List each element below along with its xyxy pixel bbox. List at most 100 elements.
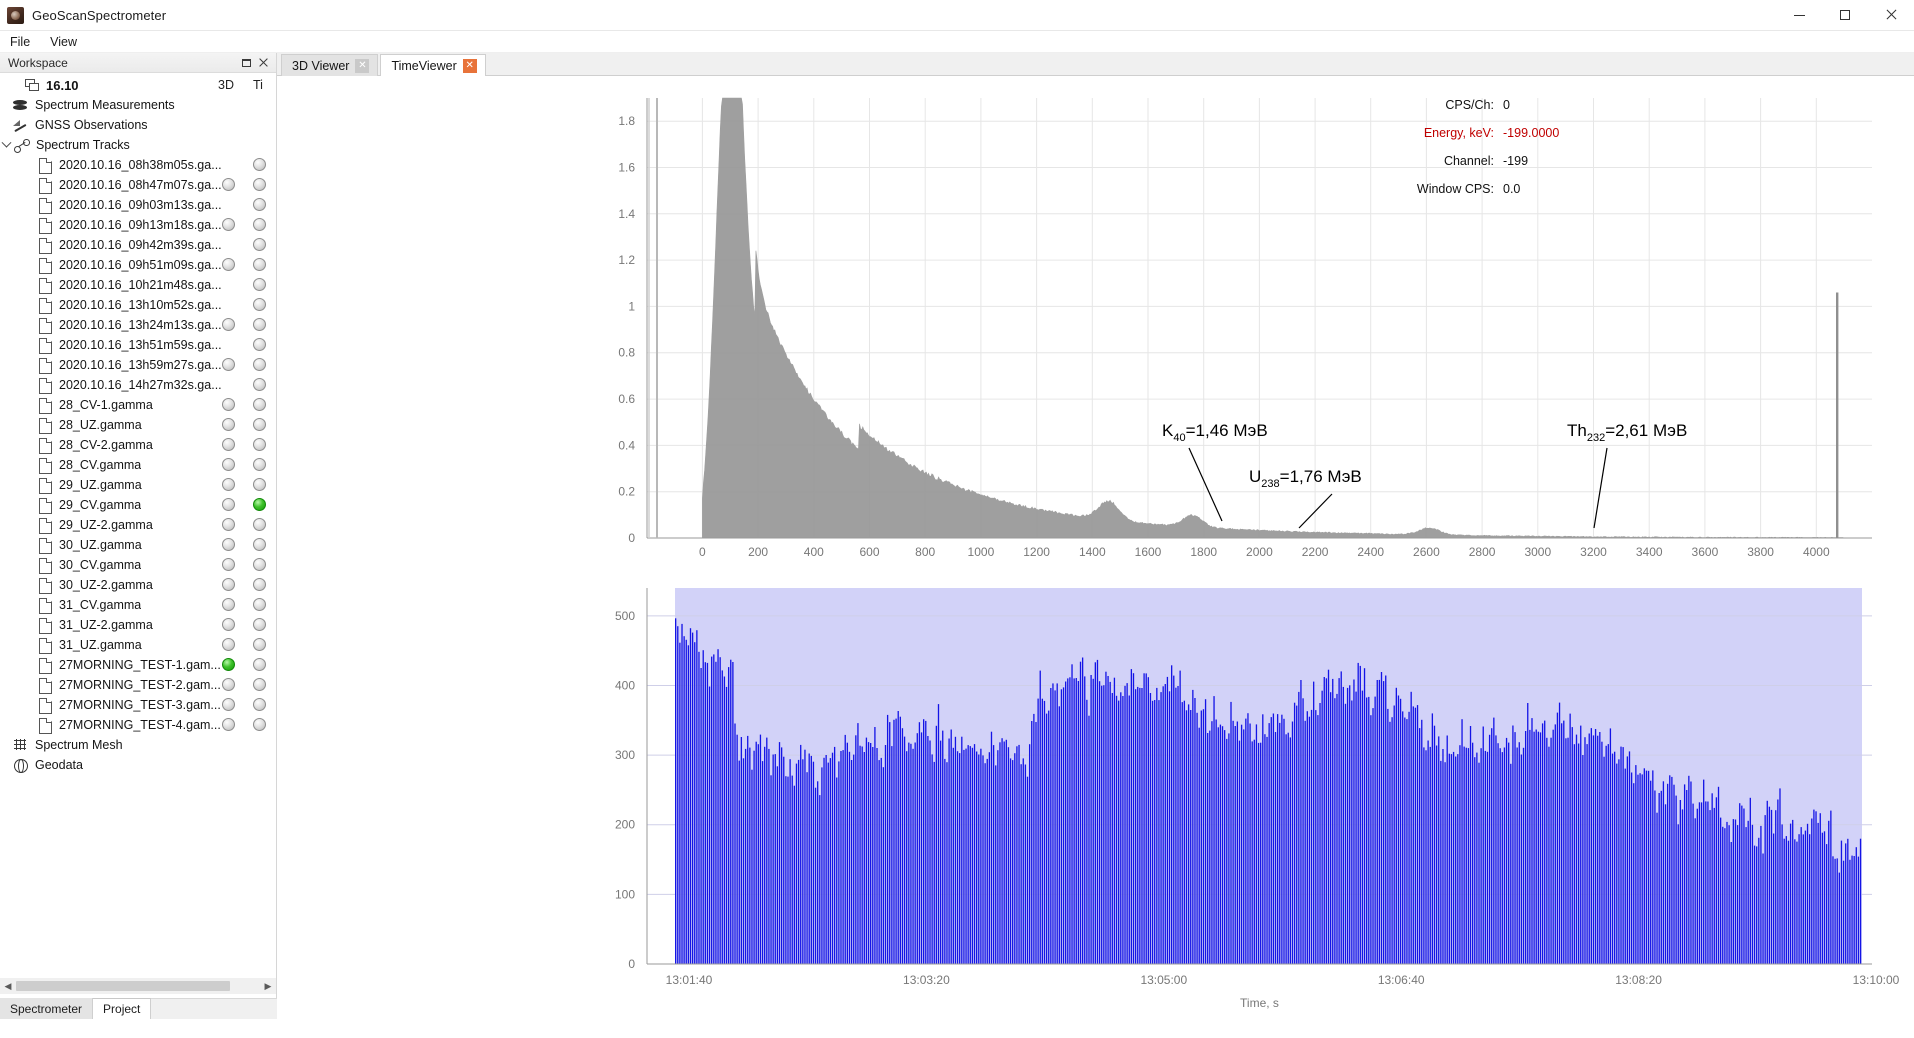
spectrum-chart[interactable]: 0 0.2 0.4 0.6 0.8 1 1.2 1.4 1.6 1.8 0 200 400 600 800 1…	[277, 76, 1914, 564]
tree-item[interactable]: 2020.10.16_14h27m32s.ga...	[0, 375, 276, 395]
visibility-indicator-time[interactable]	[253, 598, 266, 611]
visibility-indicator-time[interactable]	[253, 298, 266, 311]
visibility-indicator-time[interactable]	[253, 238, 266, 251]
tree-item[interactable]: 31_CV.gamma	[0, 595, 276, 615]
visibility-indicator-time[interactable]	[253, 458, 266, 471]
minimize-button[interactable]	[1776, 0, 1822, 31]
tree-item[interactable]: 2020.10.16_13h59m27s.ga...	[0, 355, 276, 375]
visibility-indicator-time[interactable]	[253, 438, 266, 451]
tree-item[interactable]: 2020.10.16_08h47m07s.ga...	[0, 175, 276, 195]
visibility-indicator-3d[interactable]	[222, 598, 235, 611]
visibility-indicator-time[interactable]	[253, 718, 266, 731]
visibility-indicator-time[interactable]	[253, 338, 266, 351]
visibility-indicator-time[interactable]	[253, 358, 266, 371]
visibility-indicator-3d[interactable]	[222, 678, 235, 691]
tree-item[interactable]: 30_CV.gamma	[0, 555, 276, 575]
tree-item[interactable]: 27MORNING_TEST-3.gam...	[0, 695, 276, 715]
scroll-right-icon[interactable]: ▶	[260, 978, 276, 994]
tree-item[interactable]: 2020.10.16_13h10m52s.ga...	[0, 295, 276, 315]
visibility-indicator-3d[interactable]	[222, 438, 235, 451]
tree-item[interactable]: 28_CV-2.gamma	[0, 435, 276, 455]
tree-item[interactable]: Geodata	[0, 755, 276, 775]
visibility-indicator-3d[interactable]	[222, 418, 235, 431]
tree-item[interactable]: 28_CV-1.gamma	[0, 395, 276, 415]
menu-view[interactable]: View	[40, 33, 87, 51]
close-icon[interactable]	[255, 54, 272, 71]
float-icon[interactable]	[238, 54, 255, 71]
visibility-indicator-time[interactable]	[253, 178, 266, 191]
visibility-indicator-3d[interactable]	[222, 518, 235, 531]
tree-item[interactable]: 2020.10.16_13h51m59s.ga...	[0, 335, 276, 355]
tree-item[interactable]: GNSS Observations	[0, 115, 276, 135]
visibility-indicator-time[interactable]	[253, 158, 266, 171]
tab-project[interactable]: Project	[93, 998, 152, 1019]
visibility-indicator-time[interactable]	[253, 278, 266, 291]
visibility-indicator-time[interactable]	[253, 198, 266, 211]
tree-item[interactable]: 30_UZ.gamma	[0, 535, 276, 555]
close-button[interactable]	[1868, 0, 1914, 31]
tree-item[interactable]: 29_CV.gamma	[0, 495, 276, 515]
visibility-indicator-3d[interactable]	[222, 258, 235, 271]
visibility-indicator-3d[interactable]	[222, 618, 235, 631]
visibility-indicator-3d[interactable]	[222, 698, 235, 711]
visibility-indicator-3d[interactable]	[222, 638, 235, 651]
visibility-indicator-3d[interactable]	[222, 178, 235, 191]
visibility-indicator-time[interactable]	[253, 498, 266, 511]
tree-item[interactable]: Spectrum Measurements	[0, 95, 276, 115]
project-tree[interactable]: 16.10 3D Ti Spectrum Measurements GNSS Ob…	[0, 73, 276, 993]
spectrum-plot-svg[interactable]: 00.20.40.60.811.21.41.61.80 200 400 600 800 1…	[277, 76, 1914, 564]
visibility-indicator-time[interactable]	[253, 258, 266, 271]
visibility-indicator-time[interactable]	[253, 538, 266, 551]
tree-item[interactable]: 30_UZ-2.gamma	[0, 575, 276, 595]
visibility-indicator-3d[interactable]	[222, 538, 235, 551]
tree-item[interactable]: 31_UZ-2.gamma	[0, 615, 276, 635]
visibility-indicator-3d[interactable]	[222, 458, 235, 471]
visibility-indicator-time[interactable]	[253, 638, 266, 651]
visibility-indicator-time[interactable]	[253, 578, 266, 591]
visibility-indicator-time[interactable]	[253, 218, 266, 231]
tree-item[interactable]: 2020.10.16_13h24m13s.ga...	[0, 315, 276, 335]
tree-item[interactable]: 2020.10.16_09h51m09s.ga...	[0, 255, 276, 275]
visibility-indicator-time[interactable]	[253, 678, 266, 691]
visibility-indicator-time[interactable]	[253, 558, 266, 571]
tab-3d-viewer-close-icon[interactable]: ✕	[355, 58, 370, 73]
visibility-indicator-3d[interactable]	[222, 358, 235, 371]
visibility-indicator-time[interactable]	[253, 378, 266, 391]
tree-item[interactable]: Spectrum Tracks	[0, 135, 276, 155]
tree-root-row[interactable]: 16.10 3D Ti	[0, 75, 276, 95]
tree-item[interactable]: 28_UZ.gamma	[0, 415, 276, 435]
menu-file[interactable]: File	[0, 33, 40, 51]
scrollbar-thumb[interactable]	[16, 981, 230, 991]
tree-item[interactable]: 29_UZ-2.gamma	[0, 515, 276, 535]
visibility-indicator-3d[interactable]	[222, 398, 235, 411]
chevron-down-icon[interactable]	[0, 137, 13, 152]
tree-item[interactable]: 27MORNING_TEST-1.gam...	[0, 655, 276, 675]
time-chart[interactable]: 0 100 200 300 400 500 13:01:40 13:03:20 13:05:00…	[277, 564, 1914, 1038]
visibility-indicator-time[interactable]	[253, 658, 266, 671]
tree-item[interactable]: 2020.10.16_09h42m39s.ga...	[0, 235, 276, 255]
visibility-indicator-3d[interactable]	[222, 498, 235, 511]
tab-timeviewer[interactable]: TimeViewer ✕	[380, 54, 486, 76]
tree-item[interactable]: 2020.10.16_09h13m18s.ga...	[0, 215, 276, 235]
time-plot-svg[interactable]: 0 100 200 300 400 500 13:01:40 13:03:20 13:05:00…	[277, 564, 1914, 1038]
tree-item[interactable]: 27MORNING_TEST-4.gam...	[0, 715, 276, 735]
scroll-left-icon[interactable]: ◀	[0, 978, 16, 994]
visibility-indicator-3d[interactable]	[222, 318, 235, 331]
visibility-indicator-time[interactable]	[253, 698, 266, 711]
root-expander[interactable]	[10, 79, 23, 92]
visibility-indicator-3d[interactable]	[222, 218, 235, 231]
tree-item[interactable]: 27MORNING_TEST-2.gam...	[0, 675, 276, 695]
tree-item[interactable]: 2020.10.16_09h03m13s.ga...	[0, 195, 276, 215]
visibility-indicator-time[interactable]	[253, 618, 266, 631]
visibility-indicator-3d[interactable]	[222, 718, 235, 731]
visibility-indicator-time[interactable]	[253, 478, 266, 491]
tree-item[interactable]: 2020.10.16_08h38m05s.ga...	[0, 155, 276, 175]
visibility-indicator-time[interactable]	[253, 318, 266, 331]
visibility-indicator-time[interactable]	[253, 398, 266, 411]
visibility-indicator-3d[interactable]	[222, 658, 235, 671]
visibility-indicator-3d[interactable]	[222, 578, 235, 591]
tab-spectrometer[interactable]: Spectrometer	[0, 998, 94, 1019]
tree-item[interactable]: Spectrum Mesh	[0, 735, 276, 755]
tab-3d-viewer[interactable]: 3D Viewer ✕	[281, 54, 379, 76]
maximize-button[interactable]	[1822, 0, 1868, 31]
